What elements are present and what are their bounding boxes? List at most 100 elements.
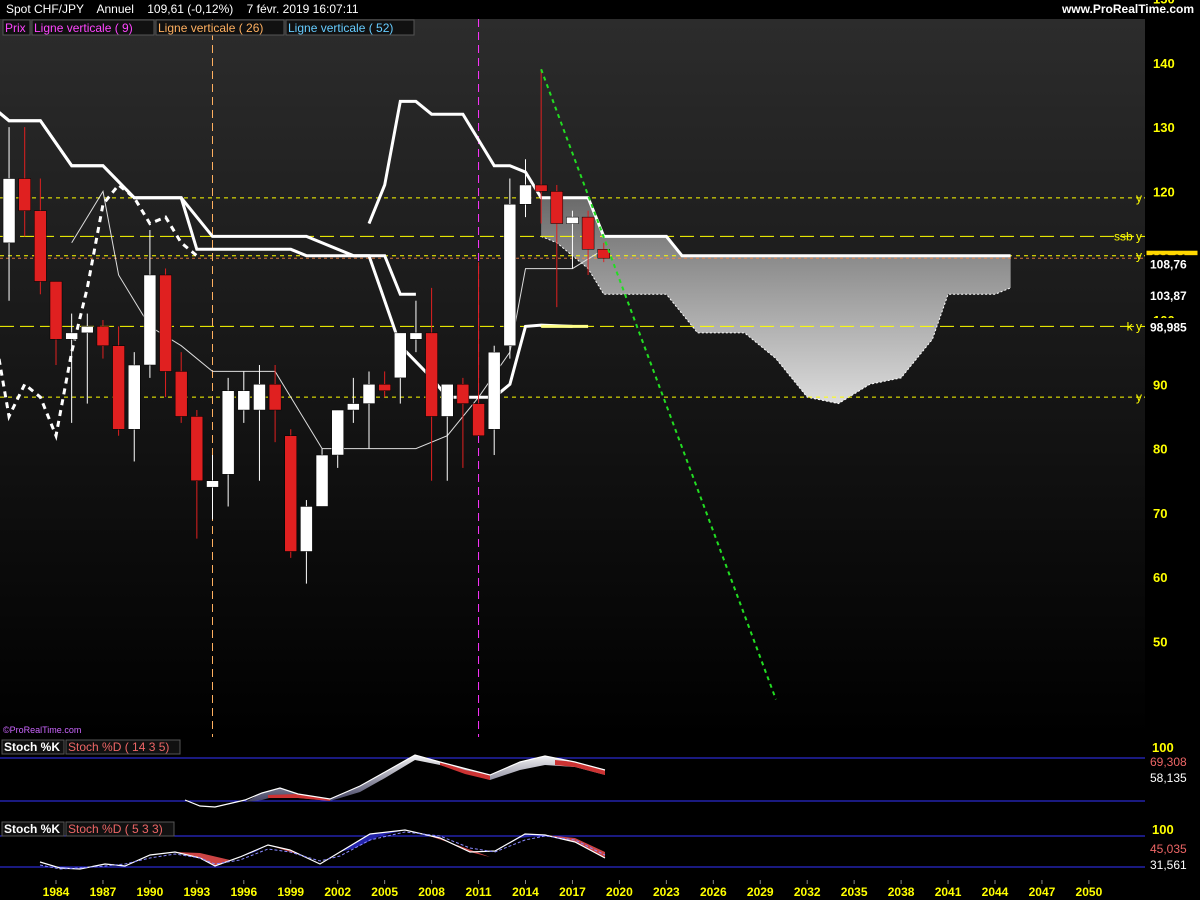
stoch-1-top-label: 100	[1152, 740, 1174, 755]
x-tick-2026: 2026	[700, 885, 727, 899]
candle-body	[65, 332, 78, 340]
price-axis: 5060708090100120130140150	[1145, 0, 1200, 737]
x-tick-1984: 1984	[43, 885, 70, 899]
x-tick-2020: 2020	[606, 885, 633, 899]
level-label-4: y	[1136, 390, 1142, 404]
x-tick-2005: 2005	[371, 885, 398, 899]
y-tick-90: 90	[1153, 377, 1167, 392]
level-label-2: y	[1136, 249, 1142, 263]
x-tick-1999: 1999	[277, 885, 304, 899]
stoch-panel-2: Stoch %K Stoch %D ( 5 3 3) 100 45,035 31…	[0, 821, 1200, 879]
level-label-3: k y	[1127, 319, 1142, 333]
x-tick-1996: 1996	[230, 885, 257, 899]
x-tick-1993: 1993	[183, 885, 210, 899]
candle-2013	[503, 178, 517, 359]
candle-body	[378, 384, 391, 391]
price-badge-2: 103,87	[1150, 289, 1187, 303]
candle-body	[128, 364, 141, 430]
candle-body	[2, 178, 16, 244]
candle-body	[566, 216, 579, 224]
y-tick-130: 130	[1153, 120, 1175, 135]
legend-vline26: Ligne verticale ( 26)	[158, 21, 263, 35]
candle-body	[315, 454, 329, 507]
y-tick-80: 80	[1153, 442, 1167, 457]
y-tick-50: 50	[1153, 635, 1167, 650]
x-tick-2008: 2008	[418, 885, 445, 899]
x-tick-2002: 2002	[324, 885, 351, 899]
stoch-panel-1: Stoch %K Stoch %D ( 14 3 5) 100 69,308 5…	[0, 739, 1200, 819]
stoch-2-top-label: 100	[1152, 822, 1174, 837]
y-tick-140: 140	[1153, 56, 1175, 71]
x-tick-2038: 2038	[888, 885, 915, 899]
candle-body	[441, 384, 454, 417]
candle-body	[425, 332, 438, 417]
candle-body	[409, 332, 423, 340]
watermark: ©ProRealTime.com	[3, 725, 81, 735]
x-tick-1990: 1990	[137, 885, 164, 899]
x-tick-2011: 2011	[466, 885, 492, 899]
candle-body	[253, 384, 266, 411]
stoch-2-badge-k: 45,035	[1150, 842, 1187, 856]
x-tick-2029: 2029	[747, 885, 774, 899]
x-tick-2017: 2017	[559, 885, 586, 899]
candle-body	[472, 403, 485, 436]
time-axis-background	[0, 880, 1200, 900]
legend: Prix Ligne verticale ( 9) Ligne vertical…	[2, 19, 415, 36]
candle-body	[190, 416, 204, 482]
candle-body	[487, 351, 501, 430]
candle-body	[174, 371, 188, 417]
candle-body	[331, 409, 344, 456]
stoch-1-k-label: Stoch %K	[4, 740, 60, 754]
stoch-1-badge-k: 69,308	[1150, 755, 1187, 769]
stoch-1-badge-d: 58,135	[1150, 771, 1187, 785]
y-tick-120: 120	[1153, 184, 1175, 199]
candle-body	[18, 178, 31, 211]
x-tick-1987: 1987	[90, 885, 117, 899]
candle-body	[456, 384, 470, 404]
x-tick-2014: 2014	[512, 885, 539, 899]
candle-body	[394, 332, 407, 379]
candle-body	[237, 390, 251, 411]
candle-body	[284, 435, 297, 552]
candle-body	[81, 326, 94, 334]
candle-body	[221, 390, 235, 475]
candle-body	[206, 480, 219, 488]
y-tick-70: 70	[1153, 506, 1167, 521]
main-panel-background	[0, 19, 1145, 737]
legend-vline9: Ligne verticale ( 9)	[34, 21, 133, 35]
x-tick-2035: 2035	[841, 885, 868, 899]
candle-body	[34, 210, 47, 282]
stoch-1-d-label: Stoch %D ( 14 3 5)	[68, 740, 169, 754]
legend-price: Prix	[5, 21, 26, 35]
candle-body	[143, 274, 157, 366]
price-badges: 109,61108,76103,8798,985	[1145, 249, 1199, 336]
stoch-2-badge-d: 31,561	[1150, 858, 1187, 872]
level-label-1: ssb y	[1114, 229, 1142, 243]
x-tick-2044: 2044	[982, 885, 1009, 899]
x-tick-2023: 2023	[653, 885, 680, 899]
x-tick-2041: 2041	[935, 885, 962, 899]
main-panel	[0, 19, 1145, 737]
candle-body	[159, 274, 172, 372]
candle-body	[362, 384, 376, 404]
y-tick-150: 150	[1153, 0, 1175, 7]
chart-canvas[interactable]: Prix Ligne verticale ( 9) Ligne vertical…	[0, 0, 1200, 900]
time-axis: 1984 1987 1990 1993 1996 1999 2002 2005 2008 2011…	[0, 880, 1200, 900]
x-tick-2050: 2050	[1076, 885, 1103, 899]
candle-body	[581, 216, 595, 250]
x-tick-2047: 2047	[1029, 885, 1056, 899]
candle-body	[112, 345, 125, 430]
candle-body	[534, 184, 548, 192]
candle-body	[519, 184, 532, 205]
legend-vline52: Ligne verticale ( 52)	[288, 21, 393, 35]
price-badge-3: 98,985	[1150, 321, 1187, 335]
candle-2001	[315, 448, 329, 507]
candle-body	[550, 191, 564, 224]
candle-body	[300, 506, 313, 552]
candle-body	[49, 281, 63, 340]
candle-body	[268, 384, 282, 411]
candle-body	[503, 204, 517, 346]
x-tick-2032: 2032	[794, 885, 821, 899]
level-label-0: y	[1136, 191, 1142, 205]
y-tick-60: 60	[1153, 570, 1167, 585]
